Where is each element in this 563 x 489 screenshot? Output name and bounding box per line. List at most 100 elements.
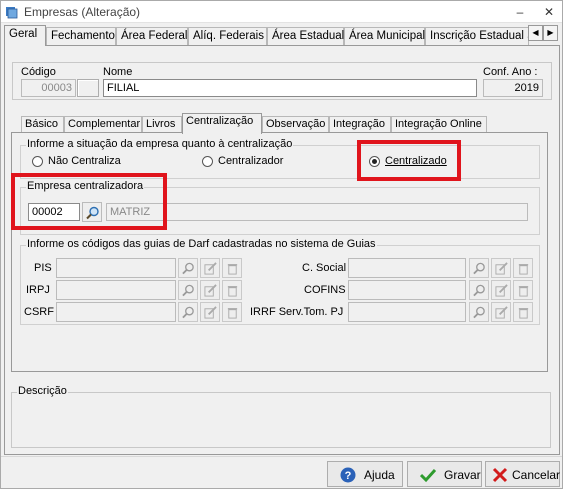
tab-area-federal[interactable]: Área Federal	[116, 27, 188, 45]
search-icon	[182, 284, 194, 297]
tab-centralizacao[interactable]: Centralização	[182, 113, 262, 134]
save-button[interactable]: Gravar	[407, 461, 482, 487]
centralizacao-panel: Informe a situação da empresa quanto à c…	[11, 132, 548, 372]
highlight-empresa-centralizadora	[11, 173, 167, 230]
search-icon	[473, 306, 485, 319]
window-title: Empresas (Alteração)	[24, 5, 141, 19]
csrf-edit-button[interactable]	[200, 302, 220, 322]
tab-integracao[interactable]: Integração	[329, 116, 391, 133]
irpj-label: IRPJ	[26, 284, 50, 296]
pis-edit-button[interactable]	[200, 258, 220, 278]
tab-scroll-left-icon[interactable]: ◀	[528, 25, 543, 41]
c-social-label: C. Social	[302, 262, 347, 274]
tab-scroll-right-icon[interactable]: ▶	[543, 25, 558, 41]
nome-label: Nome	[103, 66, 133, 78]
irpj-delete-button[interactable]	[222, 280, 242, 300]
search-icon	[473, 262, 485, 275]
guias-group-title: Informe os códigos das guias de Darf cad…	[26, 238, 377, 250]
tab-livros[interactable]: Livros	[142, 116, 182, 133]
csrf-delete-button[interactable]	[222, 302, 242, 322]
descricao-group: Descrição	[11, 385, 551, 448]
help-button[interactable]: ? Ajuda	[327, 461, 403, 487]
tab-inscricao-estadual[interactable]: Inscrição Estadual S	[425, 27, 529, 45]
conf-ano-label: Conf. Ano :	[483, 66, 538, 78]
title-bar: Empresas (Alteração) – ✕	[1, 1, 562, 23]
irrf-edit-button[interactable]	[491, 302, 511, 322]
pis-label: PIS	[34, 262, 52, 274]
pis-delete-button[interactable]	[222, 258, 242, 278]
tab-geral[interactable]: Geral	[4, 25, 46, 46]
irrf-delete-button[interactable]	[513, 302, 533, 322]
descricao-title: Descrição	[17, 385, 68, 397]
highlight-centralizado	[357, 140, 461, 181]
empresa-centralizadora-name-field: MATRIZ	[106, 203, 528, 221]
cancel-button[interactable]: Cancelar	[485, 461, 560, 487]
c-social-field[interactable]	[348, 258, 466, 278]
cancel-label: Cancelar	[512, 468, 561, 482]
pis-search-button[interactable]	[178, 258, 198, 278]
cofins-field[interactable]	[348, 280, 466, 300]
radio-centralizador-label: Centralizador	[218, 155, 284, 167]
edit-icon	[495, 284, 508, 297]
radio-nao-centraliza-label: Não Centraliza	[48, 155, 121, 167]
inner-tab-bar: Básico Complementar Livros Centralização…	[15, 113, 515, 134]
c-social-delete-button[interactable]	[513, 258, 533, 278]
trash-icon	[518, 286, 529, 297]
csrf-label: CSRF	[24, 306, 54, 318]
radio-centralizador[interactable]	[202, 156, 213, 167]
radio-nao-centraliza[interactable]	[32, 156, 43, 167]
trash-icon	[227, 286, 238, 297]
minimize-button[interactable]: –	[509, 4, 531, 20]
irpj-field[interactable]	[56, 280, 176, 300]
irrf-field[interactable]	[348, 302, 466, 322]
edit-icon	[204, 284, 217, 297]
codigo-field: 00003	[21, 79, 76, 97]
trash-icon	[518, 264, 529, 275]
centralizacao-group-title: Informe a situação da empresa quanto à c…	[26, 138, 294, 150]
edit-icon	[204, 306, 217, 319]
cofins-edit-button[interactable]	[491, 280, 511, 300]
irrf-label: IRRF Serv.Tom. PJ	[250, 306, 344, 318]
app-icon	[6, 7, 18, 19]
codigo-lookup-button[interactable]	[77, 79, 99, 97]
csrf-search-button[interactable]	[178, 302, 198, 322]
edit-icon	[495, 306, 508, 319]
help-label: Ajuda	[364, 468, 395, 482]
irpj-search-button[interactable]	[178, 280, 198, 300]
trash-icon	[227, 264, 238, 275]
conf-ano-field: 2019	[483, 79, 543, 97]
irpj-edit-button[interactable]	[200, 280, 220, 300]
nome-field[interactable]: FILIAL	[103, 79, 477, 97]
tab-complementar[interactable]: Complementar	[64, 116, 142, 133]
trash-icon	[518, 308, 529, 319]
tab-area-estadual[interactable]: Área Estadual	[267, 27, 344, 45]
search-icon	[182, 306, 194, 319]
help-icon: ?	[340, 467, 356, 483]
csrf-field[interactable]	[56, 302, 176, 322]
window: Empresas (Alteração) – ✕ Geral Fechament…	[0, 0, 563, 489]
tab-aliq-federais[interactable]: Alíq. Federais	[188, 27, 267, 45]
c-social-search-button[interactable]	[469, 258, 489, 278]
cancel-x-icon	[492, 467, 508, 483]
tab-scroll-arrows: ◀ ▶	[528, 25, 558, 41]
svg-text:?: ?	[345, 470, 352, 482]
tab-basico[interactable]: Básico	[21, 116, 64, 133]
top-tab-bar: Geral Fechamento Área Federal Alíq. Fede…	[4, 25, 560, 46]
tab-observacao[interactable]: Observação	[262, 116, 329, 133]
trash-icon	[227, 308, 238, 319]
pis-field[interactable]	[56, 258, 176, 278]
check-icon	[420, 468, 436, 483]
irrf-search-button[interactable]	[469, 302, 489, 322]
save-label: Gravar	[444, 468, 481, 482]
cofins-delete-button[interactable]	[513, 280, 533, 300]
codigo-label: Código	[21, 66, 56, 78]
tab-integracao-online[interactable]: Integração Online	[391, 116, 487, 133]
cofins-label: COFINS	[304, 284, 346, 296]
tab-area-municipal[interactable]: Área Municipal	[344, 27, 425, 45]
bottom-separator	[1, 456, 562, 457]
tab-fechamento[interactable]: Fechamento	[46, 27, 116, 45]
cofins-search-button[interactable]	[469, 280, 489, 300]
search-icon	[473, 284, 485, 297]
close-button[interactable]: ✕	[538, 4, 560, 20]
c-social-edit-button[interactable]	[491, 258, 511, 278]
